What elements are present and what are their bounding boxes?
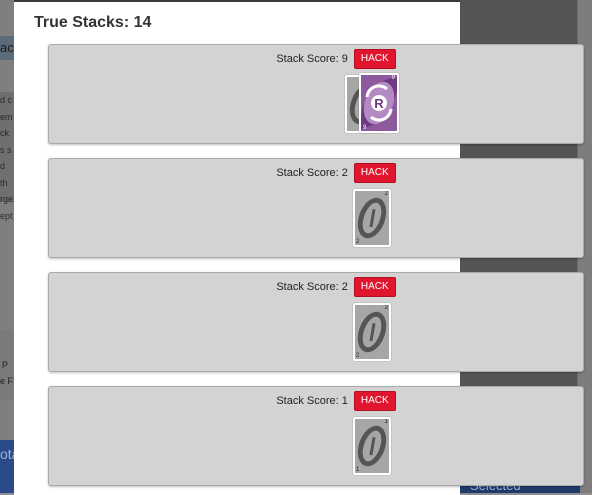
stack-header: Stack Score: 9 HACK (49, 49, 583, 69)
stack-panel: Stack Score: 1 HACK 1 1 (48, 386, 584, 486)
background-fragment: d th (0, 161, 8, 188)
stack-score: Stack Score: 9 (276, 53, 348, 65)
card-corner-value: 9 (391, 75, 395, 81)
background-fragment: s s (0, 144, 12, 155)
card-corner-value: 2 (356, 239, 360, 245)
card-stack: 1 1 (49, 415, 583, 479)
background-fragment: e F (0, 376, 14, 386)
background-left-lower: P e F (0, 330, 14, 400)
background-fragment: rge (0, 194, 14, 204)
hack-button[interactable]: HACK (353, 49, 396, 69)
stack-panel: Stack Score: 2 HACK 2 2 (48, 272, 584, 372)
card-corner-value: 1 (384, 419, 388, 425)
modal-title: True Stacks: 14 (34, 14, 152, 31)
background-fragment: em (0, 111, 13, 122)
background-fragment: ac (0, 40, 14, 55)
card-corner-value: 1 (356, 467, 360, 473)
blank-card-icon: 2 2 (353, 189, 391, 247)
stack-header: Stack Score: 2 HACK (49, 277, 583, 297)
hack-button[interactable]: HACK (353, 277, 396, 297)
reverse-card-icon: R 9 9 (359, 73, 399, 133)
hack-button[interactable]: HACK (353, 391, 396, 411)
background-fragment: ck (0, 128, 9, 138)
background-fragment: d c (0, 95, 13, 105)
stack-header: Stack Score: 2 HACK (49, 163, 583, 183)
stack-header: Stack Score: 1 HACK (49, 391, 583, 411)
background-fragment: P (2, 360, 9, 370)
card-corner-value: 2 (384, 305, 388, 311)
blank-card-icon: 2 2 (353, 303, 391, 361)
background-left-bottom: otal (0, 440, 23, 493)
hack-button[interactable]: HACK (353, 163, 396, 183)
stack-score: Stack Score: 2 (276, 167, 348, 179)
blank-card-icon: 1 1 (353, 417, 391, 475)
card-corner-value: 2 (356, 353, 360, 359)
card-stack: 2 2 (49, 301, 583, 365)
card-corner-value: 2 (384, 191, 388, 197)
reverse-symbol: R (374, 96, 384, 111)
stack-panel: Stack Score: 9 HACK R 9 9 (48, 44, 584, 144)
card-stack: R 9 9 (49, 73, 583, 137)
background-left-header: ac (0, 36, 14, 60)
stack-panel: Stack Score: 2 HACK 2 2 (48, 158, 584, 258)
stack-score: Stack Score: 2 (276, 281, 348, 293)
stack-score: Stack Score: 1 (276, 395, 348, 407)
background-left-lines: d c em ck s s d th rge ept (0, 92, 14, 224)
background-fragment: ept (0, 210, 13, 221)
card-stack: 2 2 (49, 187, 583, 251)
card-corner-value: 9 (363, 125, 367, 131)
